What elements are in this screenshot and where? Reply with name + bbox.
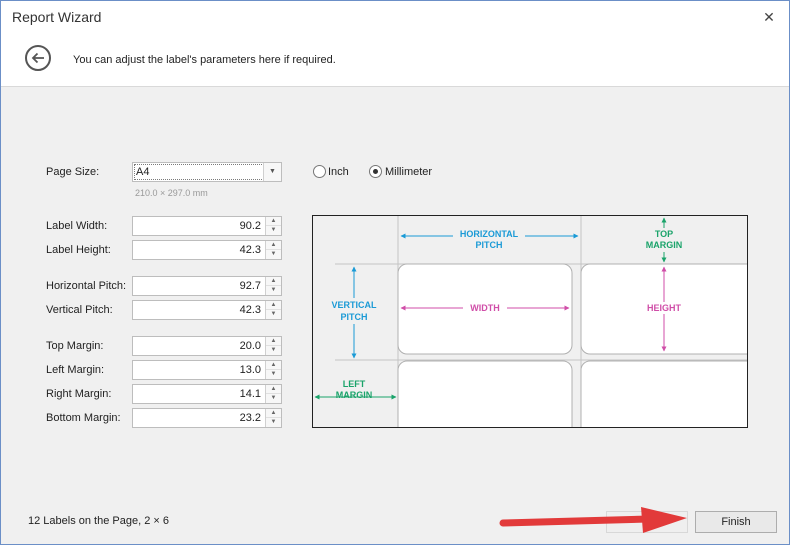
left-margin-label: Left Margin:: [46, 364, 105, 376]
horizontal-pitch-text: PITCH: [476, 240, 503, 250]
millimeter-radio[interactable]: [369, 165, 382, 178]
left-margin-text: LEFT: [343, 379, 366, 389]
inch-radio[interactable]: [313, 165, 326, 178]
spinner-arrows[interactable]: ▲ ▼: [265, 241, 281, 259]
right-margin-label: Right Margin:: [46, 388, 112, 400]
page-size-label: Page Size:: [46, 166, 100, 178]
label-card: [397, 360, 573, 427]
page-dimensions: 210.0 × 297.0 mm: [135, 188, 208, 198]
focus-rect: [134, 164, 266, 180]
label-card: [580, 360, 747, 427]
finish-button[interactable]: Finish: [695, 511, 777, 533]
left-margin-spinner[interactable]: 13.0 ▲ ▼: [132, 360, 282, 380]
labels-summary: 12 Labels on the Page, 2 × 6: [28, 515, 169, 527]
millimeter-radio-label[interactable]: Millimeter: [385, 166, 432, 178]
chevron-down-icon[interactable]: ▼: [266, 370, 281, 379]
back-arrow-icon: [31, 52, 44, 64]
spinner-arrows[interactable]: ▲ ▼: [265, 301, 281, 319]
right-margin-spinner[interactable]: 14.1 ▲ ▼: [132, 384, 282, 404]
chevron-down-icon[interactable]: ▼: [266, 346, 281, 355]
spinner-arrows[interactable]: ▲ ▼: [265, 409, 281, 427]
width-text: WIDTH: [470, 303, 500, 313]
report-wizard-window: Report Wizard ✕ You can adjust the label…: [0, 0, 790, 545]
left-margin-text: MARGIN: [336, 390, 373, 400]
vertical-pitch-text: VERTICAL: [332, 300, 378, 310]
top-margin-label: Top Margin:: [46, 340, 104, 352]
chevron-up-icon[interactable]: ▲: [266, 241, 281, 250]
label-width-label: Label Width:: [46, 220, 108, 232]
top-margin-text: MARGIN: [646, 240, 683, 250]
window-title: Report Wizard: [12, 9, 102, 25]
title-bar: Report Wizard ✕: [1, 1, 789, 33]
spinner-arrows[interactable]: ▲ ▼: [265, 385, 281, 403]
chevron-up-icon[interactable]: ▲: [266, 361, 281, 370]
left-margin-value: 13.0: [239, 364, 261, 376]
bottom-margin-label: Bottom Margin:: [46, 412, 121, 424]
spinner-arrows[interactable]: ▲ ▼: [265, 217, 281, 235]
bottom-margin-spinner[interactable]: 23.2 ▲ ▼: [132, 408, 282, 428]
chevron-up-icon[interactable]: ▲: [266, 385, 281, 394]
vertical-pitch-label: Vertical Pitch:: [46, 304, 113, 316]
top-margin-text: TOP: [655, 229, 673, 239]
right-margin-value: 14.1: [239, 388, 261, 400]
label-height-label: Label Height:: [46, 244, 111, 256]
chevron-down-icon[interactable]: ▼: [266, 286, 281, 295]
chevron-up-icon[interactable]: ▲: [266, 301, 281, 310]
spinner-arrows[interactable]: ▲ ▼: [265, 337, 281, 355]
bottom-margin-value: 23.2: [239, 412, 261, 424]
horizontal-pitch-label: Horizontal Pitch:: [46, 280, 127, 292]
label-width-value: 90.2: [239, 220, 261, 232]
wizard-header: You can adjust the label's parameters he…: [1, 33, 789, 87]
chevron-down-icon[interactable]: ▼: [266, 310, 281, 319]
height-text: HEIGHT: [647, 303, 682, 313]
chevron-down-icon[interactable]: ▼: [266, 418, 281, 427]
vertical-pitch-value: 42.3: [239, 304, 261, 316]
chevron-up-icon[interactable]: ▲: [266, 409, 281, 418]
vertical-pitch-spinner[interactable]: 42.3 ▲ ▼: [132, 300, 282, 320]
chevron-down-icon[interactable]: ▼: [263, 163, 281, 181]
chevron-up-icon[interactable]: ▲: [266, 217, 281, 226]
spinner-arrows[interactable]: ▲ ▼: [265, 277, 281, 295]
vertical-pitch-text: PITCH: [341, 312, 368, 322]
spinner-arrows[interactable]: ▲ ▼: [265, 361, 281, 379]
chevron-down-icon[interactable]: ▼: [266, 394, 281, 403]
chevron-up-icon[interactable]: ▲: [266, 337, 281, 346]
label-width-spinner[interactable]: 90.2 ▲ ▼: [132, 216, 282, 236]
instruction-text: You can adjust the label's parameters he…: [73, 54, 336, 66]
back-button[interactable]: [25, 45, 51, 71]
label-diagram-svg: HORIZONTAL PITCH TOP MARGIN VERTICAL PIT…: [314, 216, 747, 427]
chevron-down-icon[interactable]: ▼: [266, 250, 281, 259]
label-layout-diagram: HORIZONTAL PITCH TOP MARGIN VERTICAL PIT…: [312, 215, 748, 428]
label-height-value: 42.3: [239, 244, 261, 256]
top-margin-value: 20.0: [239, 340, 261, 352]
horizontal-pitch-text: HORIZONTAL: [460, 229, 519, 239]
page-size-value: A4: [136, 166, 150, 178]
inch-radio-label[interactable]: Inch: [328, 166, 349, 178]
horizontal-pitch-value: 92.7: [239, 280, 261, 292]
horizontal-pitch-spinner[interactable]: 92.7 ▲ ▼: [132, 276, 282, 296]
close-icon[interactable]: ✕: [759, 7, 779, 27]
page-size-combo[interactable]: A4 ▼: [132, 162, 282, 182]
chevron-up-icon[interactable]: ▲: [266, 277, 281, 286]
label-height-spinner[interactable]: 42.3 ▲ ▼: [132, 240, 282, 260]
top-margin-spinner[interactable]: 20.0 ▲ ▼: [132, 336, 282, 356]
chevron-down-icon[interactable]: ▼: [266, 226, 281, 235]
red-arrow-icon: [499, 507, 687, 533]
